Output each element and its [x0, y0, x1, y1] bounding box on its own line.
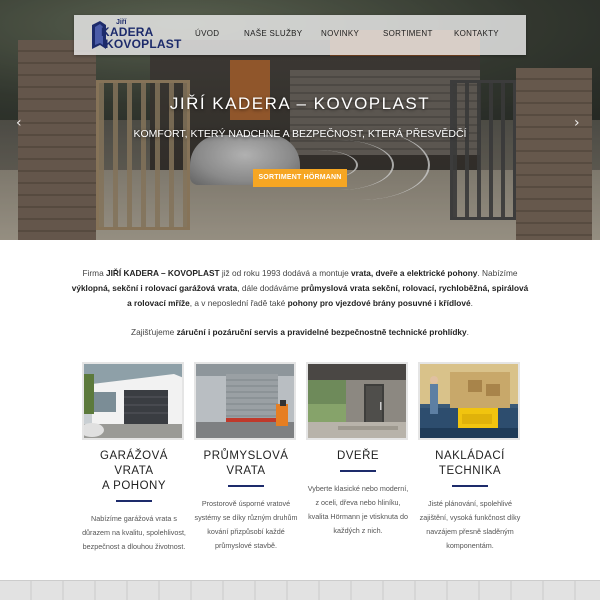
sortiment-hormann-button[interactable]: SORTIMENT HÖRMANN — [253, 169, 347, 187]
loading-technology-image[interactable] — [418, 362, 520, 440]
card-title-line: VRATA — [226, 465, 266, 477]
logo[interactable]: Jiří KADERA KOVOPLAST — [92, 19, 181, 51]
slider-prev-icon[interactable]: ‹ — [16, 115, 22, 131]
intro-highlight: pohony pro vjezdové brány posuvné i kříd… — [287, 298, 471, 308]
nav-item-kontakty[interactable]: KONTAKTY — [454, 29, 499, 38]
card-title[interactable]: NAKLÁDACÍ TECHNIKA — [418, 449, 522, 479]
hero-subtitle: KOMFORT, KTERÝ NADCHNE A BEZPEČNOST, KTE… — [133, 128, 467, 140]
card-divider — [116, 500, 152, 502]
card-description: Vyberte klasické nebo moderní, z oceli, … — [307, 484, 409, 535]
card-title[interactable]: GARÁŽOVÁ VRATA A POHONY — [82, 449, 186, 494]
intro-highlight: výklopná, sekční i rolovací garážová vra… — [71, 283, 238, 293]
intro-paragraph: Firma JIŘÍ KADERA – KOVOPLAST již od rok… — [70, 266, 530, 311]
service-highlight: záruční i pozáruční servis a pravidelné … — [176, 327, 467, 337]
nav-item-nase-sluzby[interactable]: NAŠE SLUŽBY — [244, 29, 302, 38]
intro-text: , a v neposlední řadě také — [189, 298, 288, 308]
service-text: Zajišťujeme — [131, 327, 177, 337]
card-title[interactable]: PRŮMYSLOVÁ VRATA — [194, 449, 298, 479]
card-description: Prostorově úsporné vratové systémy se dí… — [194, 499, 298, 550]
footer-background-strip — [0, 580, 600, 600]
intro-highlight: vrata, dveře a elektrické pohony — [351, 268, 478, 278]
nav-item-uvod[interactable]: ÚVOD — [195, 29, 219, 38]
card-title-line: PRŮMYSLOVÁ — [203, 450, 289, 462]
main-navigation: Jiří KADERA KOVOPLAST ÚVOD NAŠE SLUŽBY N… — [74, 15, 526, 55]
card-divider — [228, 485, 264, 487]
logo-line2: KOVOPLAST — [105, 37, 182, 51]
card-dvere[interactable]: DVEŘE Vyberte klasické nebo moderní, z o… — [306, 362, 410, 538]
service-paragraph: Zajišťujeme záruční i pozáruční servis a… — [70, 327, 530, 337]
card-title-line: NAKLÁDACÍ — [435, 450, 505, 462]
card-divider — [340, 470, 376, 472]
garage-door-image[interactable] — [82, 362, 184, 440]
intro-text: již od roku 1993 dodává a montuje — [219, 268, 352, 278]
hero-title: JIŘÍ KADERA – KOVOPLAST — [169, 94, 431, 113]
card-divider — [452, 485, 488, 487]
nav-item-sortiment[interactable]: SORTIMENT — [383, 29, 433, 38]
card-title[interactable]: DVEŘE — [306, 449, 410, 464]
card-prumyslova-vrata[interactable]: PRŮMYSLOVÁ VRATA Prostorově úsporné vrat… — [194, 362, 298, 553]
card-description: Jisté plánování, spolehlivé zajištění, v… — [419, 499, 521, 550]
nav-item-novinky[interactable]: NOVINKY — [321, 29, 359, 38]
intro-text: . Nabízíme — [477, 268, 518, 278]
intro-text: . — [470, 298, 473, 308]
intro-text: , dále dodáváme — [237, 283, 301, 293]
card-title-line: DVEŘE — [336, 450, 380, 462]
industrial-door-image[interactable] — [194, 362, 296, 440]
card-description: Nabízíme garážová vrata s důrazem na kva… — [82, 514, 186, 551]
hero-slider: Jiří KADERA KOVOPLAST ÚVOD NAŠE SLUŽBY N… — [0, 0, 600, 240]
intro-text: Firma — [82, 268, 106, 278]
service-text: . — [466, 327, 469, 337]
card-nakladaci-technika[interactable]: NAKLÁDACÍ TECHNIKA Jisté plánování, spol… — [418, 362, 522, 553]
door-image[interactable] — [306, 362, 408, 440]
card-title-line: GARÁŽOVÁ VRATA — [100, 450, 168, 477]
card-title-line: TECHNIKA — [438, 465, 502, 477]
slider-next-icon[interactable]: › — [574, 115, 580, 131]
intro-company-name: JIŘÍ KADERA – KOVOPLAST — [106, 268, 220, 278]
card-garazova-vrata[interactable]: GARÁŽOVÁ VRATA A POHONY Nabízíme garážov… — [82, 362, 186, 554]
card-title-line: A POHONY — [101, 480, 167, 492]
